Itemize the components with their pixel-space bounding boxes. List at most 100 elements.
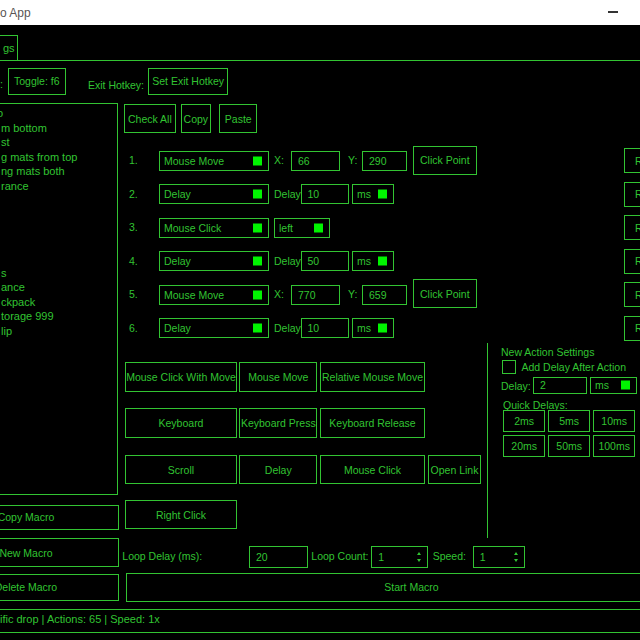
quick-delay-20ms-button[interactable]: 20ms <box>503 435 545 457</box>
set-exit-hotkey-button[interactable]: Set Exit Hotkey <box>148 68 228 96</box>
macro-list-item[interactable]: st <box>0 135 117 150</box>
delete-macro-button[interactable]: Delete Macro <box>0 574 119 602</box>
window-title: o App <box>0 6 31 20</box>
new-action-delay-unit-dropdown[interactable]: ms <box>590 377 637 395</box>
status-bar: ific drop | Actions: 65 | Speed: 1x <box>0 609 640 634</box>
dropdown-indicator-icon <box>253 190 262 199</box>
macro-list-item[interactable]: g mats from top <box>0 150 117 165</box>
action-1-type-dropdown[interactable]: Mouse Move <box>159 151 269 171</box>
loop-delay-input[interactable]: 20 <box>249 546 308 568</box>
action-2-delay-label: Delay <box>274 188 301 201</box>
action-4-delay-label: Delay <box>274 255 301 268</box>
quick-delay-2ms-button[interactable]: 2ms <box>503 410 545 432</box>
macro-list-item[interactable]: o <box>0 106 117 121</box>
action-4-delay-input[interactable]: 50 <box>301 251 349 271</box>
macro-list-item[interactable]: ckpack <box>0 295 117 310</box>
action-5-x-label: X: <box>274 288 284 301</box>
action-4-number: 4. <box>129 255 138 268</box>
macro-list-item[interactable] <box>0 208 117 223</box>
action-5-y-input[interactable]: 659 <box>362 285 407 305</box>
minimize-icon[interactable] <box>608 11 618 13</box>
action-2-type-dropdown[interactable]: Delay <box>159 184 269 204</box>
add-mouse-click-with-move-button[interactable]: Mouse Click With Move <box>125 362 237 392</box>
paste-button[interactable]: Paste <box>219 104 257 133</box>
action-6-number: 6. <box>129 322 138 335</box>
start-macro-button[interactable]: Start Macro <box>126 573 640 603</box>
add-right-click-button[interactable]: Right Click <box>125 500 237 529</box>
quick-delay-50ms-button[interactable]: 50ms <box>548 435 590 457</box>
add-relative-mouse-move-button[interactable]: Relative Mouse Move <box>320 362 425 392</box>
add-delay-after-action-checkbox[interactable] <box>502 360 516 374</box>
loop-count-label: Loop Count: <box>311 550 368 563</box>
new-macro-button[interactable]: New Macro <box>0 538 119 567</box>
action-2-unit-dropdown[interactable]: ms <box>352 184 394 204</box>
action-1-y-input[interactable]: 290 <box>362 151 407 171</box>
action-3-button-dropdown[interactable]: left <box>274 218 330 238</box>
loop-delay-label: Loop Delay (ms): <box>122 550 202 563</box>
macro-list-item[interactable] <box>0 237 117 252</box>
action-4-remove-button[interactable]: R <box>624 249 640 274</box>
status-text: ific drop | Actions: 65 | Speed: 1x <box>0 613 160 625</box>
speed-stepper[interactable]: 1 <box>473 546 525 568</box>
action-6-type-dropdown[interactable]: Delay <box>159 318 269 338</box>
add-mouse-move-button[interactable]: Mouse Move <box>239 362 317 392</box>
title-bar: o App <box>0 0 640 25</box>
check-all-button[interactable]: Check All <box>124 104 176 133</box>
add-keyboard-button[interactable]: Keyboard <box>125 408 237 438</box>
loop-count-stepper[interactable]: 1 <box>371 546 428 568</box>
action-5-x-input[interactable]: 770 <box>291 285 340 305</box>
macro-list-item[interactable]: lip <box>0 324 117 339</box>
add-delay-button[interactable]: Delay <box>239 455 317 484</box>
add-delay-after-action-label: Add Delay After Action <box>522 361 626 374</box>
dropdown-indicator-icon <box>378 324 387 333</box>
macro-list-item[interactable]: s <box>0 266 117 281</box>
tab-settings[interactable]: gs <box>0 35 18 61</box>
dropdown-indicator-icon <box>253 290 262 299</box>
action-6-delay-label: Delay <box>274 322 301 335</box>
quick-delay-5ms-button[interactable]: 5ms <box>548 410 590 432</box>
action-5-click-point-button[interactable]: Click Point <box>413 279 477 308</box>
action-6-unit-dropdown[interactable]: ms <box>352 318 394 338</box>
stepper-arrows-icon[interactable] <box>514 552 518 562</box>
action-1-x-input[interactable]: 66 <box>291 151 340 171</box>
add-scroll-button[interactable]: Scroll <box>125 455 237 484</box>
action-2-remove-button[interactable]: R <box>624 182 640 207</box>
macro-list-item[interactable] <box>0 222 117 237</box>
macro-list[interactable]: o m bottom st g mats from top ng mats bo… <box>0 103 118 495</box>
action-3-remove-button[interactable]: R <box>624 215 640 240</box>
action-6-delay-input[interactable]: 10 <box>301 318 349 338</box>
action-5-y-label: Y: <box>348 288 357 301</box>
add-keyboard-release-button[interactable]: Keyboard Release <box>320 408 425 438</box>
action-5-type-dropdown[interactable]: Mouse Move <box>159 285 269 305</box>
toggle-hotkey-button[interactable]: Toggle: f6 <box>8 68 66 96</box>
macro-list-item[interactable]: torage 999 <box>0 309 117 324</box>
action-4-type-dropdown[interactable]: Delay <box>159 251 269 271</box>
action-3-number: 3. <box>129 221 138 234</box>
action-3-type-dropdown[interactable]: Mouse Click <box>159 218 269 238</box>
macro-list-item[interactable]: ng mats both <box>0 164 117 179</box>
action-1-x-label: X: <box>274 154 284 167</box>
macro-list-item[interactable]: m bottom <box>0 121 117 136</box>
macro-list-item[interactable] <box>0 251 117 266</box>
quick-delay-100ms-button[interactable]: 100ms <box>593 435 635 457</box>
action-6-remove-button[interactable]: R <box>624 316 640 341</box>
action-1-remove-button[interactable]: R <box>624 148 640 173</box>
add-mouse-click-button[interactable]: Mouse Click <box>320 455 425 484</box>
dropdown-indicator-icon <box>253 156 262 165</box>
action-5-remove-button[interactable]: R <box>624 282 640 307</box>
macro-list-item[interactable]: ance <box>0 280 117 295</box>
dropdown-indicator-icon <box>253 324 262 333</box>
action-4-unit-dropdown[interactable]: ms <box>352 251 394 271</box>
new-action-delay-input[interactable]: 2 <box>533 377 587 395</box>
copy-button[interactable]: Copy <box>181 104 211 133</box>
quick-delay-10ms-button[interactable]: 10ms <box>593 410 635 432</box>
add-open-link-button[interactable]: Open Link <box>428 455 480 484</box>
new-action-panel-divider <box>487 343 488 538</box>
stepper-arrows-icon[interactable] <box>417 552 421 562</box>
copy-macro-button[interactable]: Copy Macro <box>0 505 119 530</box>
macro-list-item[interactable] <box>0 193 117 208</box>
macro-list-item[interactable]: rance <box>0 179 117 194</box>
add-keyboard-press-button[interactable]: Keyboard Press <box>239 408 317 438</box>
action-1-click-point-button[interactable]: Click Point <box>413 146 477 175</box>
action-2-delay-input[interactable]: 10 <box>301 184 349 204</box>
